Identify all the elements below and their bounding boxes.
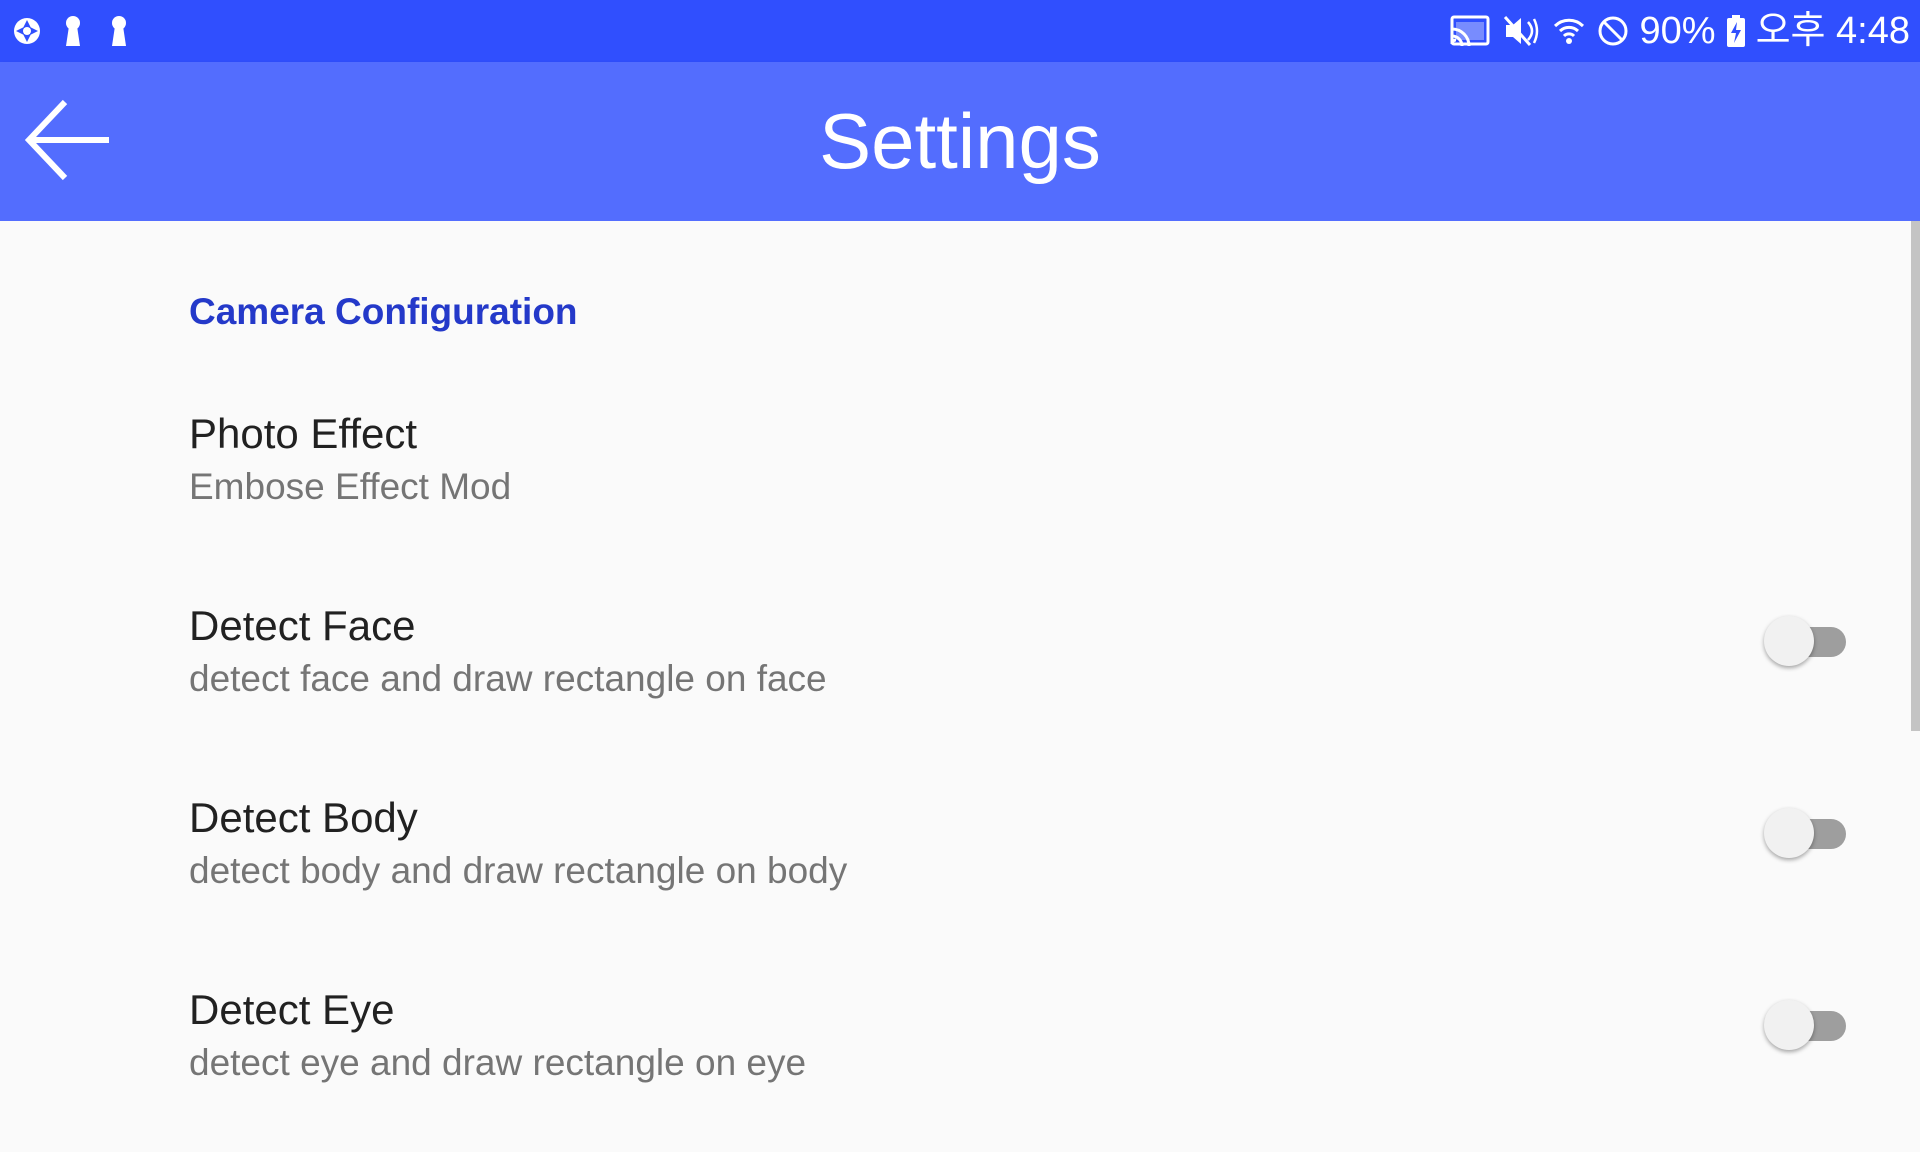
page-title: Settings [819, 97, 1101, 185]
camera-aperture-icon [10, 11, 44, 51]
preference-title: Detect Eye [189, 986, 395, 1033]
category-title: Camera Configuration [189, 291, 578, 332]
scrollbar[interactable] [1911, 221, 1920, 731]
back-button[interactable] [12, 92, 122, 192]
preference-summary: detect face and draw rectangle on face [189, 658, 827, 699]
detect-eye-switch[interactable] [1762, 994, 1848, 1054]
preference-summary: detect eye and draw rectangle on eye [189, 1042, 807, 1083]
switch-thumb [1764, 808, 1814, 858]
battery-percent: 90% [1639, 10, 1716, 52]
detect-body-switch[interactable] [1762, 802, 1848, 862]
preference-summary: detect body and draw rectangle on body [189, 850, 848, 891]
status-bar-left [10, 0, 148, 62]
cast-icon [1448, 11, 1492, 51]
preference-title: Detect Body [189, 794, 418, 841]
preference-detect-eye[interactable]: Detect Eye detect eye and draw rectangle… [0, 962, 1900, 1152]
preference-detect-face[interactable]: Detect Face detect face and draw rectang… [0, 578, 1900, 768]
preference-title: Detect Face [189, 602, 416, 649]
wifi-icon [1552, 11, 1586, 51]
switch-thumb [1764, 616, 1814, 666]
battery-charging-icon [1726, 11, 1746, 51]
keyhole-icon [102, 11, 136, 51]
preference-photo-effect[interactable]: Photo Effect Embose Effect Mod [0, 386, 1900, 576]
preference-summary: Embose Effect Mod [189, 466, 512, 507]
keyhole-icon [56, 11, 90, 51]
status-bar-right: 90% 오후 4:48 [1438, 0, 1910, 62]
settings-list[interactable]: Camera Configuration Photo Effect Embose… [0, 221, 1920, 1083]
preference-detect-body[interactable]: Detect Body detect body and draw rectang… [0, 770, 1900, 960]
app-bar: Settings [0, 62, 1920, 221]
clock: 오후 4:48 [1755, 10, 1910, 52]
detect-face-switch[interactable] [1762, 610, 1848, 670]
preference-title: Photo Effect [189, 410, 418, 457]
mute-icon [1502, 11, 1542, 51]
switch-thumb [1764, 1000, 1814, 1050]
arrow-back-icon [21, 94, 113, 191]
do-not-disturb-icon [1596, 11, 1630, 51]
status-bar: 90% 오후 4:48 [0, 0, 1920, 62]
